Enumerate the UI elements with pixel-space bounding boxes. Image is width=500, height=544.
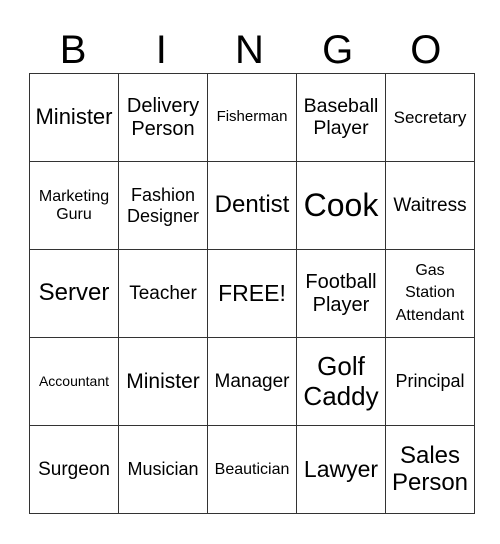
header-letter-b: B bbox=[59, 28, 87, 72]
header-letter-o: O bbox=[410, 28, 442, 72]
cell-label: Minister bbox=[126, 369, 200, 393]
free-space-label: FREE! bbox=[218, 279, 286, 306]
cell-label: Sales Person bbox=[391, 441, 469, 496]
cell-label: Fisherman bbox=[216, 108, 288, 126]
cell-label: Musician bbox=[127, 459, 199, 480]
grid-row: Minister Delivery Person Fisherman Baseb… bbox=[29, 73, 475, 162]
cell-label: Football Player bbox=[305, 271, 377, 316]
bingo-cell[interactable]: Beautician bbox=[207, 425, 297, 514]
cell-label: Dentist bbox=[214, 191, 290, 219]
grid-row: Server Teacher FREE! Football Player Gas… bbox=[29, 249, 475, 338]
bingo-cell[interactable]: Football Player bbox=[296, 249, 386, 338]
bingo-cell[interactable]: Teacher bbox=[118, 249, 208, 338]
bingo-cell[interactable]: Fisherman bbox=[207, 73, 297, 162]
bingo-cell[interactable]: Secretary bbox=[385, 73, 475, 162]
cell-label: Teacher bbox=[129, 282, 197, 304]
header-letter-g: G bbox=[322, 28, 354, 72]
bingo-cell[interactable]: Minister bbox=[118, 337, 208, 426]
bingo-cell[interactable]: Delivery Person bbox=[118, 73, 208, 162]
cell-label: Surgeon bbox=[38, 458, 110, 480]
cell-label: Lawyer bbox=[303, 455, 379, 482]
bingo-cell[interactable]: Fashion Designer bbox=[118, 161, 208, 250]
header-letter-i: I bbox=[155, 28, 167, 72]
cell-label: Principal bbox=[395, 371, 465, 392]
cell-label: Beautician bbox=[214, 460, 290, 478]
cell-label: Manager bbox=[214, 370, 290, 392]
cell-label: Cook bbox=[303, 186, 379, 223]
cell-label: Minister bbox=[35, 104, 113, 130]
bingo-cell[interactable]: Marketing Guru bbox=[29, 161, 119, 250]
grid-row: Accountant Minister Manager Golf Caddy P… bbox=[29, 337, 475, 426]
cell-label: Fashion Designer bbox=[126, 185, 200, 226]
cell-label: Golf Caddy bbox=[303, 351, 379, 411]
bingo-cell[interactable]: Surgeon bbox=[29, 425, 119, 514]
bingo-cell[interactable]: Cook bbox=[296, 161, 386, 250]
bingo-cell[interactable]: Lawyer bbox=[296, 425, 386, 514]
bingo-cell[interactable]: Waitress bbox=[385, 161, 475, 250]
bingo-cell[interactable]: Minister bbox=[29, 73, 119, 162]
grid-row: Surgeon Musician Beautician Lawyer Sales… bbox=[29, 425, 475, 514]
bingo-cell[interactable]: Golf Caddy bbox=[296, 337, 386, 426]
cell-label: Secretary bbox=[393, 107, 467, 127]
bingo-cell[interactable]: Baseball Player bbox=[296, 73, 386, 162]
cell-label: Baseball Player bbox=[303, 94, 379, 139]
bingo-cell[interactable]: Musician bbox=[118, 425, 208, 514]
bingo-cell[interactable]: Accountant bbox=[29, 337, 119, 426]
cell-label: Gas Station Attendant bbox=[395, 261, 465, 324]
bingo-cell[interactable]: Sales Person bbox=[385, 425, 475, 514]
cell-label: Marketing Guru bbox=[38, 187, 110, 223]
grid-row: Marketing Guru Fashion Designer Dentist … bbox=[29, 161, 475, 250]
cell-label: Server bbox=[38, 279, 110, 307]
bingo-cell[interactable]: Gas Station Attendant bbox=[385, 249, 475, 338]
bingo-cell[interactable]: Principal bbox=[385, 337, 475, 426]
bingo-cell[interactable]: Server bbox=[29, 249, 119, 338]
bingo-cell[interactable]: Manager bbox=[207, 337, 297, 426]
cell-label: Waitress bbox=[393, 194, 467, 216]
header-letter-n: N bbox=[235, 28, 264, 72]
bingo-grid: Minister Delivery Person Fisherman Baseb… bbox=[29, 73, 475, 514]
cell-label: Delivery Person bbox=[126, 95, 200, 140]
cell-label: Accountant bbox=[38, 372, 110, 389]
free-space-cell[interactable]: FREE! bbox=[207, 249, 297, 338]
bingo-cell[interactable]: Dentist bbox=[207, 161, 297, 250]
bingo-header: B I N G O bbox=[29, 28, 470, 73]
